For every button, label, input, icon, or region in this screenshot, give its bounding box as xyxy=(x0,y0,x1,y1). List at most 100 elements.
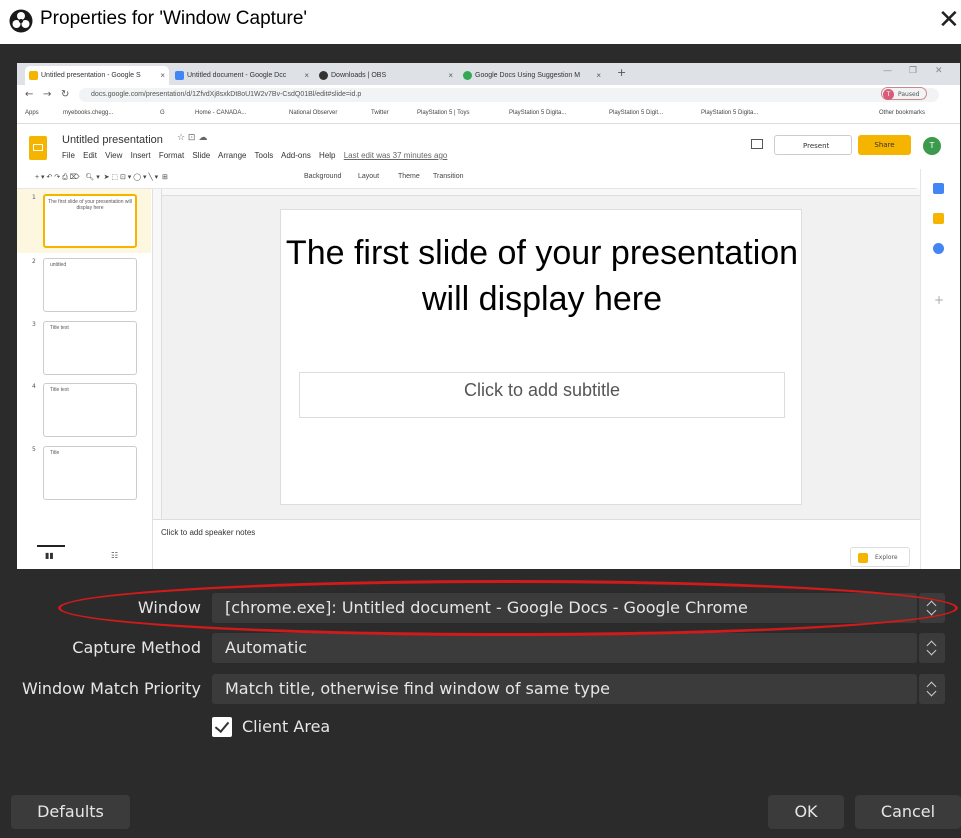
bookmark: Twitter xyxy=(371,110,389,116)
slide-number: 4 xyxy=(32,383,36,390)
slides-header: Untitled presentation ☆ ⊡ ☁ File Edit Vi… xyxy=(17,124,960,169)
window-match-priority-label: Window Match Priority xyxy=(21,679,201,698)
window-match-priority-arrows-icon[interactable] xyxy=(919,674,945,704)
slide-thumbnail: Title text xyxy=(43,321,137,375)
menu-item: Slide xyxy=(192,151,211,160)
browser-tabstrip: Untitled presentation - Google S × Untit… xyxy=(17,63,960,85)
url-field: docs.google.com/presentation/d/1ZfvdXj8s… xyxy=(79,88,939,102)
obs-tab-icon xyxy=(319,71,328,80)
close-icon: × xyxy=(596,71,601,80)
explore-icon xyxy=(858,553,868,563)
explore-label: Explore xyxy=(875,554,898,561)
defaults-button[interactable]: Defaults xyxy=(11,795,130,829)
window-label: Window xyxy=(137,598,201,617)
client-area-checkbox[interactable] xyxy=(212,717,232,737)
tasks-icon xyxy=(933,243,944,254)
slide-number: 5 xyxy=(32,446,36,453)
explore-button: Explore xyxy=(850,547,910,567)
slide-thumbnail: The first slide of your presentation wil… xyxy=(43,194,137,248)
present-button: Present xyxy=(774,135,852,155)
slides-toolbar: + ▾ ↶ ↷ ⎙ ⌦ 🔍︎ ▾ ➤ ⬚ ⊡ ▾ ◯ ▾ ╲ ▾ ⊞ Backg… xyxy=(17,169,917,189)
window-select-arrows-icon[interactable] xyxy=(919,593,945,623)
slides-tab-icon xyxy=(29,71,38,80)
speaker-notes: Click to add speaker notes Explore xyxy=(153,519,920,569)
new-tab-icon: + xyxy=(617,66,627,79)
menu-item: Edit xyxy=(83,151,97,160)
slide-title: The first slide of your presentation wil… xyxy=(285,234,799,318)
close-icon: × xyxy=(448,71,453,80)
menu-item: Help xyxy=(319,151,336,160)
browser-tab: Downloads | OBS × xyxy=(315,66,457,85)
maximize-icon: ❐ xyxy=(909,66,918,76)
share-button: Share xyxy=(858,135,911,155)
menu-item: Arrange xyxy=(218,151,247,160)
bookmark: Other bookmarks xyxy=(879,110,926,116)
close-icon: ✕ xyxy=(935,66,943,76)
window-select[interactable]: [chrome.exe]: Untitled document - Google… xyxy=(212,593,917,623)
toolbar-item: Theme xyxy=(398,173,420,180)
slide-subtitle: Click to add subtitle xyxy=(299,372,785,418)
calendar-icon xyxy=(933,183,944,194)
slide-thumbnail: Title text xyxy=(43,383,137,437)
ok-button[interactable]: OK xyxy=(768,795,844,829)
toolbar-icons: + ▾ ↶ ↷ ⎙ ⌦ 🔍︎ ▾ ➤ ⬚ ⊡ ▾ ◯ ▾ ╲ ▾ ⊞ xyxy=(35,174,168,181)
menu-item: View xyxy=(105,151,123,160)
current-slide: The first slide of your presentation wil… xyxy=(280,209,802,505)
star-icon: ☆ ⊡ ☁ xyxy=(177,133,208,143)
menu-item: Add-ons xyxy=(281,151,311,160)
bookmark: National Observer xyxy=(289,110,338,116)
keep-icon xyxy=(933,213,944,224)
slide-thumbnail: Title xyxy=(43,446,137,500)
docs-tab-icon xyxy=(175,71,184,80)
close-icon[interactable]: ✕ xyxy=(938,6,960,34)
speaker-notes-placeholder: Click to add speaker notes xyxy=(161,528,256,537)
tab-label: Google Docs Using Suggestion M xyxy=(475,72,581,79)
tab-label: Downloads | OBS xyxy=(331,72,387,79)
window-match-priority-select[interactable]: Match title, otherwise find window of sa… xyxy=(212,674,917,704)
bookmark: Apps xyxy=(25,110,39,116)
add-icon: + xyxy=(934,293,945,307)
comment-icon xyxy=(751,139,763,149)
capture-preview: Untitled presentation - Google S × Untit… xyxy=(17,63,960,569)
avatar: T xyxy=(923,137,941,155)
vertical-ruler xyxy=(153,189,162,519)
reload-icon: ↻ xyxy=(61,89,70,100)
grid-view-icon: ☷ xyxy=(111,551,119,560)
slide-number: 2 xyxy=(32,258,36,265)
menu-item: File xyxy=(62,151,75,160)
obs-logo-icon xyxy=(9,9,33,33)
bookmark: PlayStation 5 Digita... xyxy=(509,110,567,116)
last-edit-link: Last edit was 37 minutes ago xyxy=(343,151,448,160)
profile-chip: T Paused xyxy=(881,87,927,100)
doc-title: Untitled presentation xyxy=(62,134,163,146)
bookmark: PlayStation 5 | Toys xyxy=(417,110,470,116)
capture-method-arrows-icon[interactable] xyxy=(919,633,945,663)
capture-method-label: Capture Method xyxy=(72,638,201,657)
avatar: T xyxy=(883,89,894,100)
tab-label: Untitled document - Google Dcc xyxy=(187,72,287,79)
filmstrip: 1 The first slide of your presentation w… xyxy=(17,189,153,569)
browser-tab: Untitled presentation - Google S × xyxy=(25,66,169,85)
tab-label: Untitled presentation - Google S xyxy=(41,72,141,79)
minimize-icon: — xyxy=(883,66,892,76)
filmstrip-view-icon: ▮▮ xyxy=(45,551,54,560)
client-area-label[interactable]: Client Area xyxy=(242,717,330,737)
cancel-button[interactable]: Cancel xyxy=(855,795,961,829)
address-bar: ← → ↻ docs.google.com/presentation/d/1Zf… xyxy=(17,85,960,105)
forward-icon: → xyxy=(43,89,52,100)
capture-method-select[interactable]: Automatic xyxy=(212,633,917,663)
profile-label: Paused xyxy=(898,91,920,98)
back-icon: ← xyxy=(25,89,34,100)
grid-view-indicator xyxy=(37,545,65,547)
title-bar: Properties for 'Window Capture' ✕ xyxy=(0,0,961,44)
bookmark: PlayStation 5 Digita... xyxy=(701,110,759,116)
bookmark: myebooks.chegg... xyxy=(63,110,114,116)
menu-item: Tools xyxy=(254,151,274,160)
toolbar-item: Background xyxy=(304,173,342,180)
slide-number: 3 xyxy=(32,321,36,328)
bookmark: Home - CANADA... xyxy=(195,110,247,116)
dialog-title: Properties for 'Window Capture' xyxy=(40,8,308,29)
slides-logo-icon xyxy=(29,136,47,160)
browser-tab: Untitled document - Google Dcc × xyxy=(171,66,313,85)
horizontal-ruler xyxy=(153,189,920,196)
